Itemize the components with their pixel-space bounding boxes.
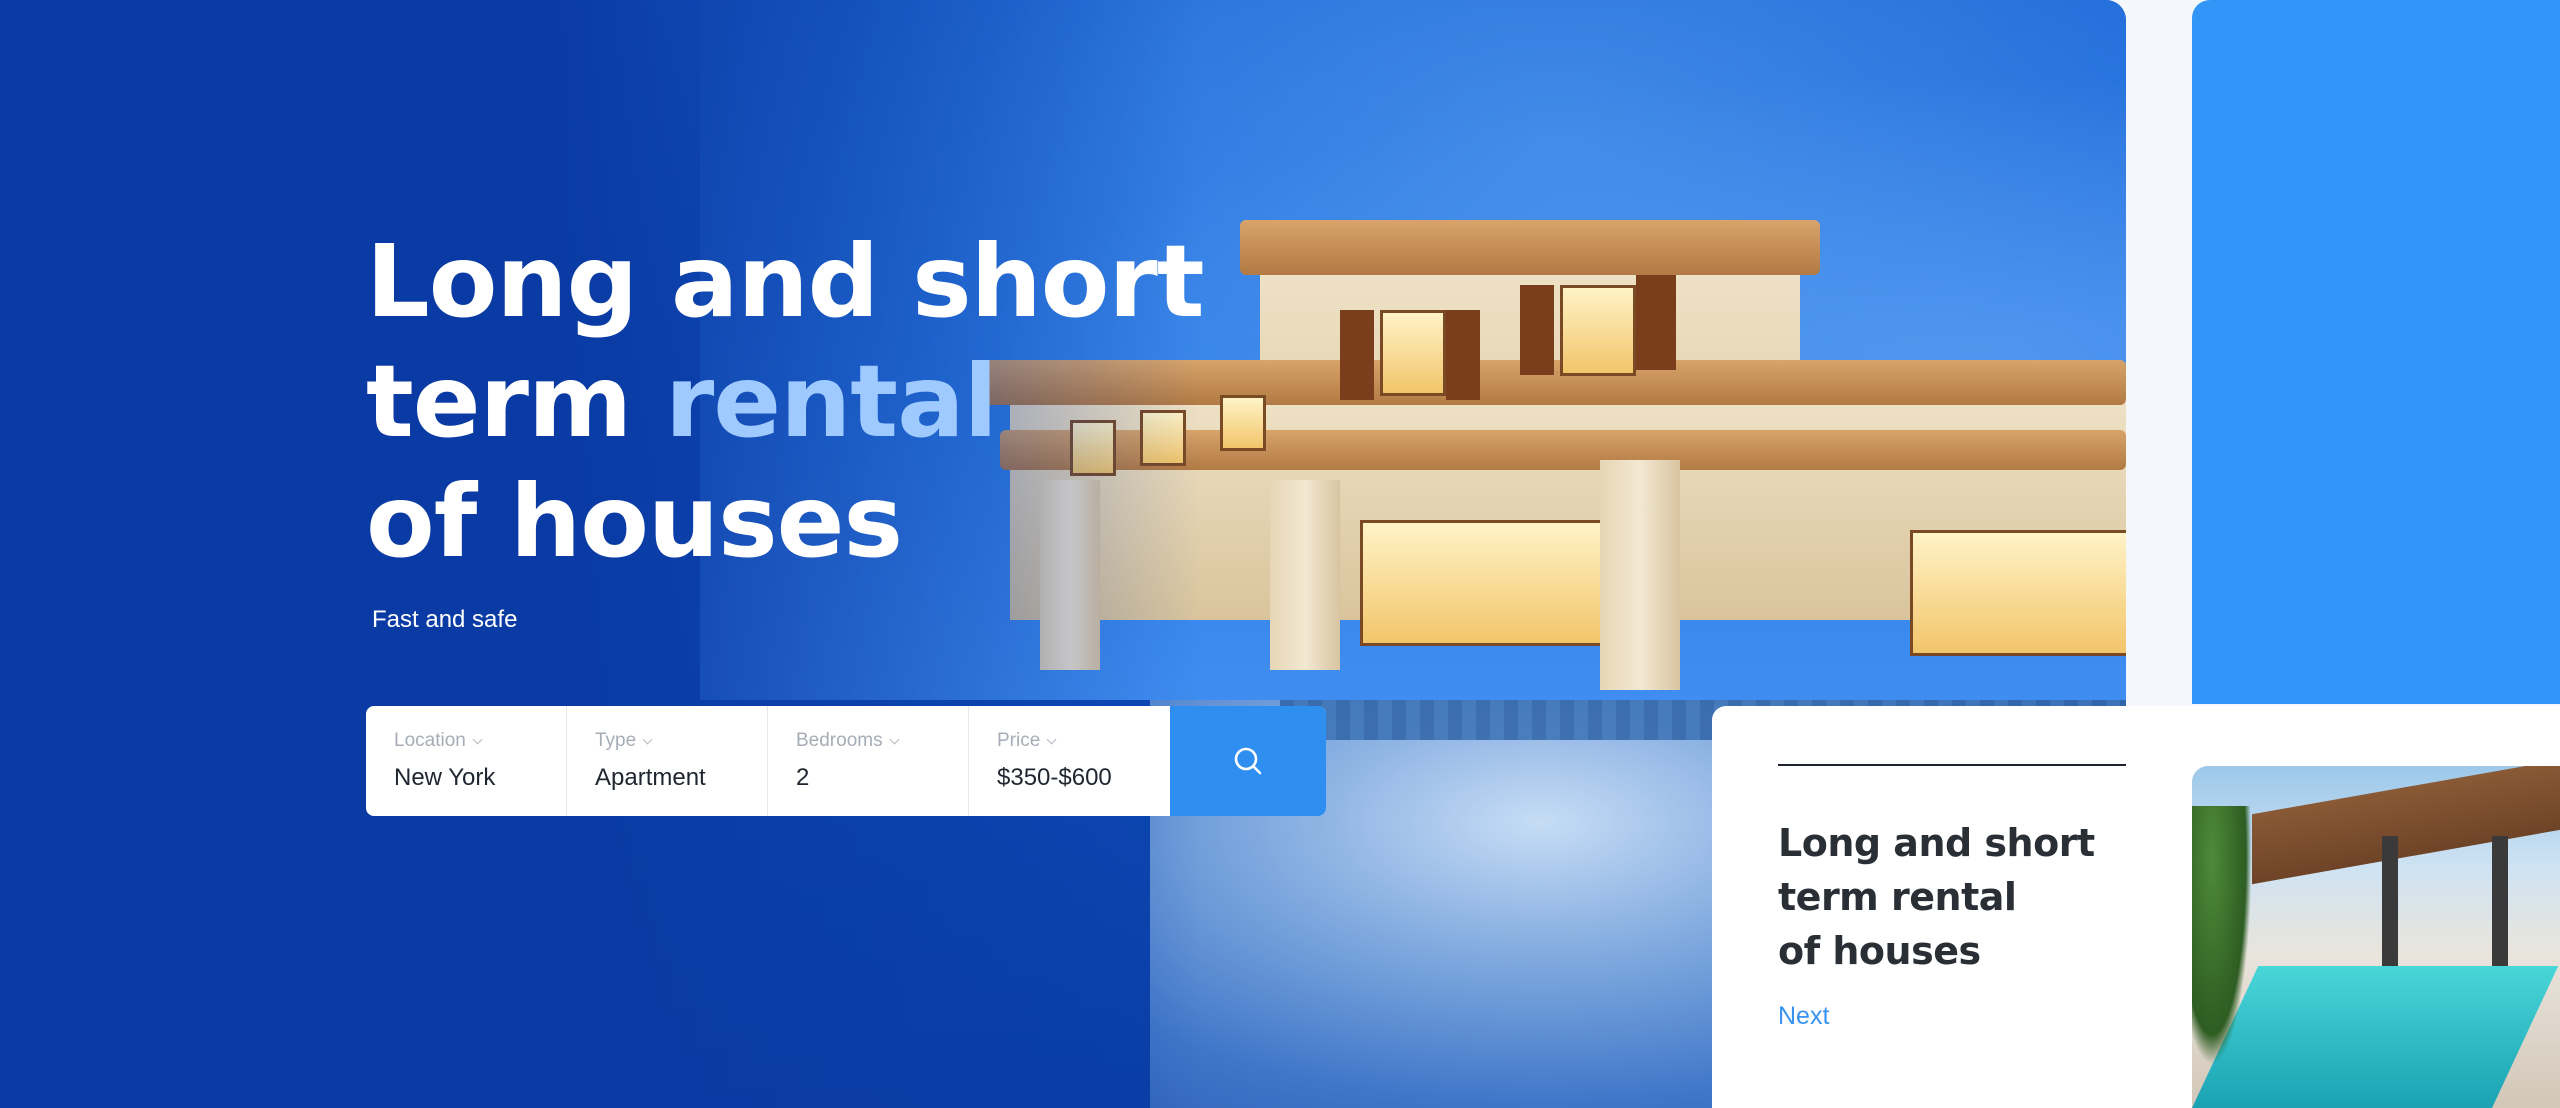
price-label: Price xyxy=(997,730,1041,751)
headline-line-3: of houses xyxy=(366,463,903,580)
location-value: New York xyxy=(394,764,496,791)
card-divider xyxy=(1778,764,2126,766)
chevron-down-icon xyxy=(642,734,653,744)
bedrooms-label: Bedrooms xyxy=(796,730,883,751)
chevron-down-icon xyxy=(1046,734,1057,744)
search-bar: Location New York Type Apartment Bedroom… xyxy=(366,706,1326,816)
type-label: Type xyxy=(595,730,637,751)
type-value: Apartment xyxy=(595,764,706,791)
next-link[interactable]: Next xyxy=(1778,1002,1829,1031)
card-title-line-2: term rental xyxy=(1778,875,2017,919)
chevron-down-icon xyxy=(889,734,900,744)
bedrooms-select[interactable]: Bedrooms 2 xyxy=(768,706,969,816)
type-select[interactable]: Type Apartment xyxy=(567,706,768,816)
chevron-down-icon xyxy=(472,734,483,744)
card-title-line-3: of houses xyxy=(1778,929,1981,973)
property-thumbnail-image[interactable] xyxy=(2192,766,2560,1108)
bedrooms-value: 2 xyxy=(796,764,810,791)
headline-line-1: Long and short xyxy=(366,223,1205,340)
headline-line-2: term xyxy=(366,343,665,460)
price-value: $350-$600 xyxy=(997,764,1112,791)
search-button[interactable] xyxy=(1170,706,1326,816)
next-slide-preview-panel xyxy=(2192,0,2560,704)
location-select[interactable]: Location New York xyxy=(366,706,567,816)
card-title: Long and short term rental of houses xyxy=(1778,816,2095,978)
price-select[interactable]: Price $350-$600 xyxy=(969,706,1170,816)
headline-accent-word: rental xyxy=(664,343,998,460)
search-icon xyxy=(1234,747,1262,775)
card-title-line-1: Long and short xyxy=(1778,821,2095,865)
hero-headline: Long and short term rental of houses xyxy=(366,222,1205,582)
location-label: Location xyxy=(394,730,466,751)
hero-subtitle: Fast and safe xyxy=(372,606,518,633)
